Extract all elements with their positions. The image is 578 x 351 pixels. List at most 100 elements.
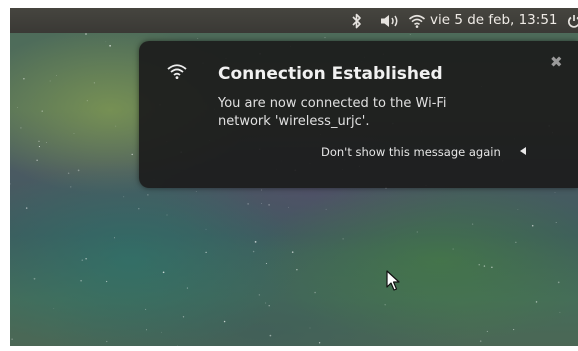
star xyxy=(115,125,117,127)
star xyxy=(197,38,199,40)
star xyxy=(81,259,84,262)
star xyxy=(41,110,43,112)
notification-title: Connection Established xyxy=(218,64,443,84)
star xyxy=(325,208,327,210)
star xyxy=(73,133,75,135)
star xyxy=(11,338,13,340)
star xyxy=(288,206,289,208)
star xyxy=(513,329,515,331)
star xyxy=(86,100,88,102)
star xyxy=(186,287,188,289)
star xyxy=(114,237,115,239)
star xyxy=(123,196,125,198)
star xyxy=(17,107,18,108)
star xyxy=(223,320,226,323)
wifi-icon xyxy=(166,62,188,84)
triangle-arrow-icon[interactable] xyxy=(519,141,527,160)
star xyxy=(93,82,95,84)
star xyxy=(49,80,51,82)
star xyxy=(146,329,148,331)
star xyxy=(486,330,488,332)
star xyxy=(261,189,263,191)
star xyxy=(45,141,47,143)
star xyxy=(176,345,178,346)
star xyxy=(254,241,257,243)
star xyxy=(247,203,249,205)
screen: vie 5 de feb, 13:51 Connection Establish… xyxy=(0,0,578,351)
star xyxy=(291,251,294,253)
star xyxy=(409,34,411,35)
bluetooth-icon[interactable] xyxy=(351,8,363,33)
star xyxy=(25,207,28,209)
star xyxy=(147,194,149,196)
notification-bubble: Connection Established You are now conne… xyxy=(139,41,578,188)
star xyxy=(23,78,25,80)
star xyxy=(324,37,326,39)
star xyxy=(483,265,486,267)
star xyxy=(517,209,519,210)
star xyxy=(557,281,560,284)
star xyxy=(268,305,270,307)
star xyxy=(67,172,70,175)
star xyxy=(269,334,272,337)
star xyxy=(195,190,197,192)
star xyxy=(491,266,493,268)
star xyxy=(105,41,107,43)
star xyxy=(85,258,87,260)
notification-body: You are now connected to the Wi-Fi netwo… xyxy=(218,96,447,129)
power-icon[interactable] xyxy=(567,8,578,33)
star xyxy=(109,44,111,47)
top-panel: vie 5 de feb, 13:51 xyxy=(10,8,578,33)
star xyxy=(479,340,482,342)
star xyxy=(384,304,386,306)
mouse-pointer-icon xyxy=(386,270,400,296)
star xyxy=(296,269,298,271)
star xyxy=(452,248,454,250)
star xyxy=(554,192,556,193)
star xyxy=(85,33,87,35)
dont-show-again-link[interactable]: Don't show this message again xyxy=(321,145,501,159)
star xyxy=(38,140,40,142)
wifi-icon[interactable] xyxy=(408,8,426,33)
star xyxy=(205,251,207,254)
star xyxy=(56,75,57,76)
star xyxy=(145,308,147,310)
star xyxy=(515,241,517,243)
volume-icon[interactable] xyxy=(379,8,401,33)
star xyxy=(10,183,11,185)
star xyxy=(53,308,55,309)
star xyxy=(162,271,165,274)
star xyxy=(268,204,270,206)
star xyxy=(265,302,267,304)
star xyxy=(342,238,344,240)
star xyxy=(258,294,260,296)
star xyxy=(205,228,207,230)
star xyxy=(318,342,321,344)
star xyxy=(80,279,82,282)
star xyxy=(131,153,133,156)
star xyxy=(471,223,474,225)
star xyxy=(182,316,185,318)
star xyxy=(138,208,140,210)
clock[interactable]: vie 5 de feb, 13:51 xyxy=(430,8,558,33)
star xyxy=(70,186,72,188)
close-icon[interactable]: ✖ xyxy=(550,53,563,71)
star xyxy=(161,331,162,333)
star xyxy=(478,264,480,266)
star xyxy=(309,327,311,329)
star xyxy=(106,340,108,343)
star xyxy=(531,224,534,227)
star xyxy=(252,250,255,253)
star xyxy=(38,146,40,148)
star xyxy=(166,214,168,216)
star xyxy=(535,301,538,303)
star xyxy=(416,231,418,233)
star xyxy=(20,127,22,129)
star xyxy=(36,159,38,162)
star xyxy=(555,222,557,223)
star xyxy=(559,311,561,313)
star xyxy=(265,263,267,264)
star xyxy=(105,280,108,283)
star xyxy=(77,169,80,172)
star xyxy=(261,203,263,204)
